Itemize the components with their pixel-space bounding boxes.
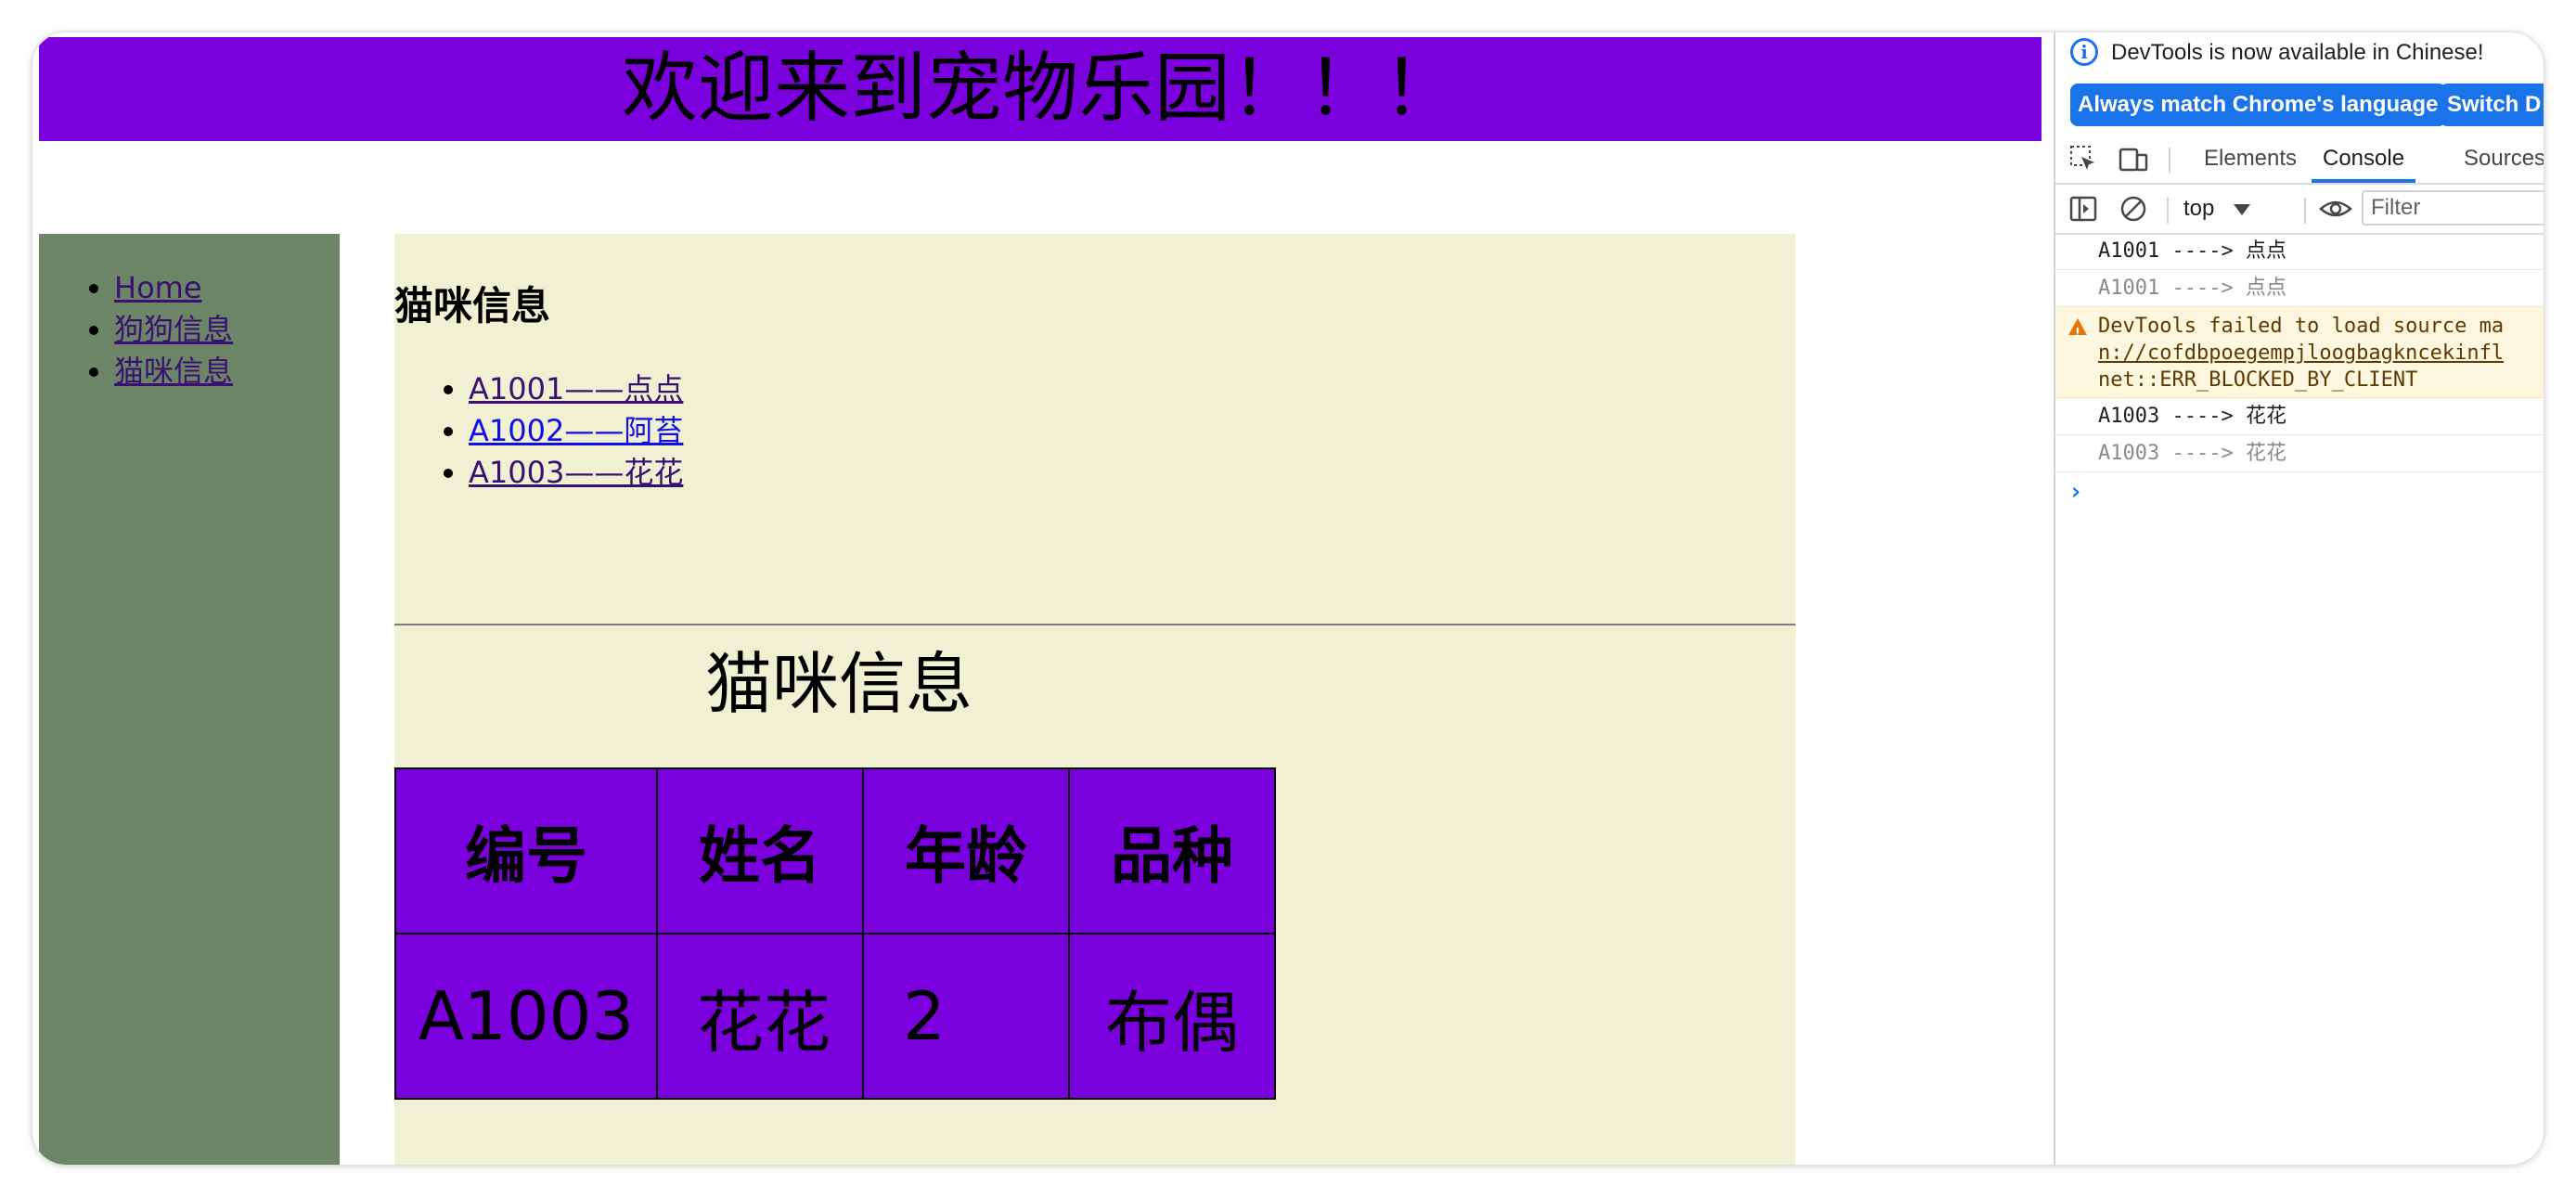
warning-source-link[interactable]: n://cofdbpoegempjloogbagkncekinfl bbox=[2098, 340, 2544, 367]
content-heading: 猫咪信息 bbox=[394, 283, 551, 329]
table-header-breed: 品种 bbox=[1068, 767, 1276, 935]
table-row: A1003 花花 2 布偶 bbox=[394, 933, 1276, 1100]
console-log-line: A1003 ----> 花花 bbox=[2055, 435, 2544, 472]
browser-window: 欢迎来到宠物乐园！！！ Home 狗狗信息 猫咪信息 猫咪信息 A1001——点… bbox=[32, 32, 2544, 1165]
sidebar-item-cats: 猫咪信息 bbox=[114, 351, 233, 393]
prompt-chevron-icon: › bbox=[2068, 478, 2083, 506]
toolbar-separator bbox=[2169, 148, 2170, 174]
tab-console[interactable]: Console bbox=[2312, 135, 2416, 183]
list-item: A1002——阿苔 bbox=[469, 410, 683, 452]
switch-language-button[interactable]: Switch D bbox=[2440, 84, 2544, 126]
table-cell-age: 2 bbox=[862, 933, 1070, 1100]
eye-icon[interactable] bbox=[2319, 194, 2352, 224]
notice-text: DevTools is now available in Chinese! bbox=[2111, 40, 2484, 65]
page-viewport: 欢迎来到宠物乐园！！！ Home 狗狗信息 猫咪信息 猫咪信息 A1001——点… bbox=[32, 32, 2054, 1165]
sidebar-toggle-icon[interactable] bbox=[2068, 194, 2098, 224]
devtools-panel: i DevTools is now available in Chinese! … bbox=[2054, 32, 2544, 1165]
warning-text-3: net::ERR_BLOCKED_BY_CLIENT bbox=[2098, 368, 2418, 392]
content-panel: 猫咪信息 A1001——点点 A1002——阿苔 A1003——花花 猫咪信息 … bbox=[394, 234, 1796, 1165]
sidebar-item-home: Home bbox=[114, 267, 233, 309]
table-header-name: 姓名 bbox=[656, 767, 864, 935]
device-toolbar-icon[interactable] bbox=[2119, 144, 2148, 174]
info-icon: i bbox=[2070, 38, 2098, 66]
warning-text-1: DevTools failed to load source ma bbox=[2098, 315, 2505, 338]
table-cell-id: A1003 bbox=[394, 933, 658, 1100]
cat-link-a1003[interactable]: A1003——花花 bbox=[469, 455, 683, 490]
always-match-language-button[interactable]: Always match Chrome's language bbox=[2070, 84, 2446, 126]
console-toolbar: top Filter bbox=[2055, 185, 2544, 235]
console-filter-input[interactable]: Filter bbox=[2362, 190, 2544, 226]
clear-console-icon[interactable] bbox=[2119, 194, 2148, 224]
dropdown-arrow-icon bbox=[2234, 203, 2251, 215]
toolbar-separator bbox=[2167, 198, 2169, 224]
cat-link-a1001[interactable]: A1001——点点 bbox=[469, 371, 683, 406]
language-notice: i DevTools is now available in Chinese! … bbox=[2055, 32, 2544, 135]
sidebar-link-cats[interactable]: 猫咪信息 bbox=[114, 354, 233, 389]
tab-elements[interactable]: Elements bbox=[2204, 135, 2297, 183]
sidebar-list: Home 狗狗信息 猫咪信息 bbox=[39, 267, 233, 393]
inspect-icon[interactable] bbox=[2068, 144, 2098, 174]
table-header-id: 编号 bbox=[394, 767, 658, 935]
sidebar-link-home[interactable]: Home bbox=[114, 270, 202, 305]
toolbar-separator bbox=[2304, 198, 2306, 224]
context-label: top bbox=[2183, 196, 2215, 221]
divider bbox=[394, 624, 1796, 625]
table-header-row: 编号 姓名 年龄 品种 bbox=[394, 767, 1276, 935]
table-cell-name: 花花 bbox=[656, 933, 864, 1100]
cat-info-table: 编号 姓名 年龄 品种 A1003 花花 2 布偶 bbox=[394, 767, 1276, 1100]
tab-sources[interactable]: Sources bbox=[2464, 135, 2544, 183]
sidebar-link-dogs[interactable]: 狗狗信息 bbox=[114, 312, 233, 347]
table-header-age: 年龄 bbox=[862, 767, 1070, 935]
context-selector[interactable]: top bbox=[2183, 185, 2251, 233]
page-banner: 欢迎来到宠物乐园！！！ bbox=[39, 37, 2041, 141]
cat-link-list: A1001——点点 A1002——阿苔 A1003——花花 bbox=[394, 368, 683, 494]
console-output: A1001 ----> 点点 A1001 ----> 点点 DevTools f… bbox=[2055, 233, 2544, 513]
sidebar: Home 狗狗信息 猫咪信息 bbox=[39, 234, 340, 1165]
console-log-line: A1001 ----> 点点 bbox=[2055, 270, 2544, 307]
warning-icon bbox=[2068, 318, 2087, 347]
list-item: A1001——点点 bbox=[469, 368, 683, 410]
console-warning: DevTools failed to load source ma n://co… bbox=[2055, 307, 2544, 398]
console-log-line: A1003 ----> 花花 bbox=[2055, 398, 2544, 435]
cat-link-a1002[interactable]: A1002——阿苔 bbox=[469, 413, 683, 448]
console-log-line: A1001 ----> 点点 bbox=[2055, 233, 2544, 270]
table-cell-breed: 布偶 bbox=[1068, 933, 1276, 1100]
sidebar-item-dogs: 狗狗信息 bbox=[114, 309, 233, 351]
list-item: A1003——花花 bbox=[469, 452, 683, 494]
devtools-tabbar: Elements Console Sources bbox=[2055, 135, 2544, 185]
console-prompt[interactable]: › bbox=[2055, 472, 2544, 513]
table-title: 猫咪信息 bbox=[705, 645, 973, 723]
